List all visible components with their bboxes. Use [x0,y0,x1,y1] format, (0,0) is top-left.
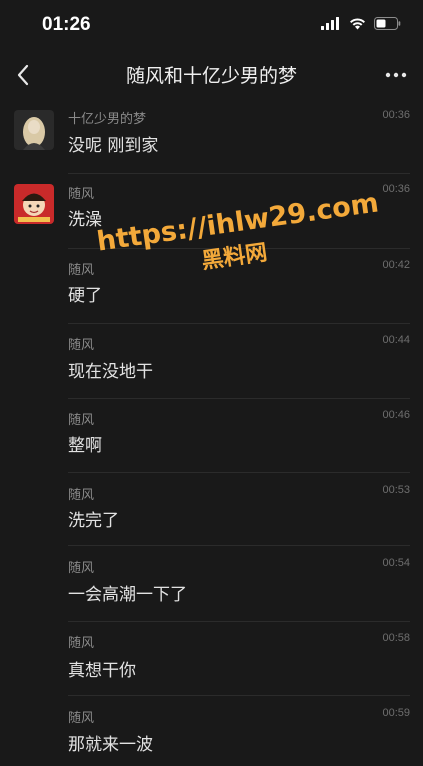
sender-name: 随风 [68,711,95,726]
message-time: 00:36 [382,109,410,121]
message-text: 洗完了 [68,511,119,531]
message-item[interactable]: 随风 00:46 整啊 [0,399,423,473]
chat-title: 随风和十亿少男的梦 [125,65,297,87]
message-text: 真想干你 [68,661,136,681]
message-time: 00:36 [382,183,410,195]
wifi-icon [350,18,365,30]
message-item[interactable]: 随风 00:36 洗澡 [0,174,423,249]
message-item[interactable]: 随风 00:58 真想干你 [0,622,423,696]
ellipsis-icon [385,72,407,78]
sender-name: 随风 [68,263,95,278]
more-button[interactable] [381,60,411,90]
sender-name: 随风 [68,338,95,353]
message-item[interactable]: 随风 00:44 现在没地干 [0,324,423,399]
sender-name: 十亿少男的梦 [68,112,147,127]
message-item[interactable]: 随风 00:59 那就来一波 [0,696,423,766]
cartoon-avatar-icon [14,184,54,224]
message-item[interactable]: 随风 00:42 硬了 [0,249,423,324]
sender-name: 随风 [68,187,95,202]
status-time: 01:26 [42,14,91,35]
battery-icon [374,17,401,30]
sender-name: 随风 [68,413,95,428]
message-text: 硬了 [68,286,102,306]
girl-avatar-icon [14,110,54,150]
sender-name: 随风 [68,488,95,503]
message-time: 00:53 [382,484,410,496]
message-text: 整啊 [68,436,102,456]
message-text: 没呢 刚到家 [68,136,159,156]
message-item[interactable]: 随风 00:54 一会高潮一下了 [0,546,423,622]
message-time: 00:42 [382,259,410,271]
message-text: 一会高潮一下了 [68,585,187,605]
chevron-left-icon [17,64,29,86]
message-text: 洗澡 [68,210,102,230]
status-bar: 01:26 [0,0,423,50]
message-text: 现在没地干 [68,362,153,382]
message-time: 00:59 [382,707,410,719]
message-item[interactable]: 十亿少男的梦 00:36 没呢 刚到家 [0,100,423,174]
cellular-signal-icon [321,17,339,30]
message-item[interactable]: 随风 00:53 洗完了 [0,473,423,546]
message-list[interactable]: 十亿少男的梦 00:36 没呢 刚到家 随风 00:36 洗澡 随风 00:42… [0,100,423,766]
status-icons [321,17,401,30]
message-text: 那就来一波 [68,735,153,755]
sender-name: 随风 [68,561,95,576]
message-time: 00:46 [382,409,410,421]
message-time: 00:58 [382,632,410,644]
message-time: 00:44 [382,334,410,346]
nav-bar: 随风和十亿少男的梦 [0,50,423,100]
message-time: 00:54 [382,557,410,569]
avatar-cartoon[interactable] [14,184,54,224]
sender-name: 随风 [68,636,95,651]
avatar-girl[interactable] [14,110,54,150]
back-button[interactable] [8,60,38,90]
